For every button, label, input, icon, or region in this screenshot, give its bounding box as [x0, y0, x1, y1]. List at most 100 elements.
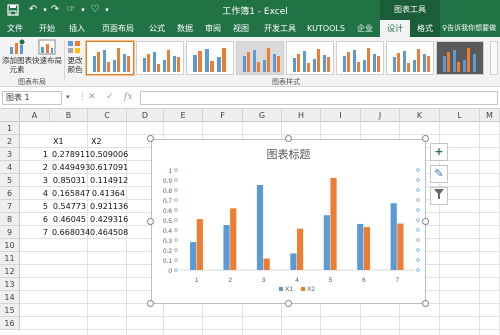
add-chart-element-button[interactable]: 添加图表 元素 [2, 39, 32, 77]
cell-a[interactable]: 6 [36, 213, 48, 226]
tab-kutools[interactable]: KUTOOLS [304, 20, 348, 37]
column-header-h[interactable]: H [282, 109, 321, 122]
cell-a[interactable]: 7 [36, 226, 48, 239]
cell-b[interactable]: 0.54773 [52, 200, 86, 213]
resize-handle[interactable] [284, 135, 292, 142]
name-box[interactable]: 图表 1 [2, 91, 62, 105]
cell-a[interactable]: 3 [36, 174, 48, 187]
tab-data[interactable]: 数据 [172, 20, 198, 37]
tab-enterprise[interactable]: 企业 [352, 20, 378, 37]
column-header-d[interactable]: D [127, 109, 164, 122]
row-header-13[interactable]: 13 [0, 278, 20, 291]
chart-filters-button[interactable] [430, 187, 448, 205]
row-header-12[interactable]: 12 [0, 265, 20, 278]
resize-handle[interactable] [422, 135, 429, 142]
cell-c[interactable]: 0.41364 [90, 187, 125, 200]
cell-b[interactable]: 0.85031 [52, 174, 86, 187]
column-header-i[interactable]: I [321, 109, 361, 122]
cell-c[interactable]: 0.509006 [90, 148, 128, 161]
tab-format[interactable]: 格式 [410, 20, 440, 37]
row-header-10[interactable]: 10 [0, 239, 20, 252]
row-header-15[interactable]: 15 [0, 304, 20, 317]
row-header-1[interactable]: 1 [0, 122, 20, 135]
customize-icon[interactable]: ▾ [100, 3, 114, 17]
chart-style-1[interactable] [85, 40, 135, 76]
column-header-l[interactable]: L [440, 109, 480, 122]
row-header-3[interactable]: 3 [0, 148, 20, 161]
row-header-11[interactable]: 11 [0, 252, 20, 265]
resize-handle[interactable] [147, 135, 154, 142]
tab-home[interactable]: 开始 [34, 20, 60, 37]
styles-scroll-button[interactable] [490, 41, 498, 75]
chart-style-6[interactable] [336, 41, 384, 75]
worksheet-grid[interactable]: ABCDEFGHIJKLM 1 2 3 4 5 6 7 8 9 10 11 12 13 14 15 16 X1… [0, 109, 500, 335]
column-header-a[interactable]: A [20, 109, 50, 122]
column-header-g[interactable]: G [243, 109, 282, 122]
tab-developer[interactable]: 开发工具 [258, 20, 302, 37]
cell-a[interactable]: 4 [36, 187, 48, 200]
resize-handle[interactable] [147, 300, 154, 307]
redo-icon[interactable]: ↷ [48, 3, 62, 17]
column-header-j[interactable]: J [361, 109, 400, 122]
quick-layout-button[interactable]: 快速布局 [32, 39, 62, 77]
tab-formulas[interactable]: 公式 [144, 20, 170, 37]
cell-b[interactable]: 0.165847 [52, 187, 90, 200]
cell-c[interactable]: 0.921136 [90, 200, 128, 213]
cell-c[interactable]: 0.464508 [90, 226, 128, 239]
column-header-f[interactable]: F [203, 109, 243, 122]
cell-a[interactable]: 1 [36, 148, 48, 161]
cell-a[interactable]: 5 [36, 200, 48, 213]
tab-view[interactable]: 视图 [228, 20, 254, 37]
chart-elements-button[interactable]: + [430, 143, 448, 161]
cell-a[interactable]: 2 [36, 161, 48, 174]
formula-input[interactable] [140, 91, 498, 105]
chart-style-5[interactable] [286, 41, 334, 75]
cell-c[interactable]: 0.114912 [90, 174, 128, 187]
chart[interactable]: 图表标题 0 0.1 0.2 0.3 0.4 0.5 0.6 0.7 0.8 0.9 1 1 2 3 4 5 6… [151, 139, 426, 304]
chart-style-3[interactable] [186, 41, 234, 75]
tell-me-box[interactable]: ♀告诉我你想要做 [442, 20, 500, 37]
cancel-icon[interactable]: ✕ [88, 92, 96, 102]
cell-b[interactable]: 0.449493 [52, 161, 90, 174]
cell-c[interactable]: 0.429316 [90, 213, 128, 226]
chart-style-2[interactable] [136, 41, 184, 75]
tab-insert[interactable]: 插入 [64, 20, 90, 37]
cell-b2-header[interactable]: X1 [53, 135, 83, 148]
tab-design[interactable]: 设计 [380, 20, 410, 37]
column-header-e[interactable]: E [164, 109, 203, 122]
cell-b[interactable]: 0.668034 [52, 226, 90, 239]
tab-file[interactable]: 文件 [2, 20, 28, 37]
column-header-b[interactable]: B [50, 109, 88, 122]
row-header-2[interactable]: 2 [0, 135, 20, 148]
row-header-5[interactable]: 5 [0, 174, 20, 187]
chart-style-7[interactable] [386, 41, 434, 75]
change-colors-button[interactable]: 更改 颜色 [66, 39, 84, 77]
tab-page-layout[interactable]: 页面布局 [96, 20, 140, 37]
row-header-7[interactable]: 7 [0, 200, 20, 213]
chart-style-8[interactable] [436, 41, 484, 75]
row-header-8[interactable]: 8 [0, 213, 20, 226]
chart-styles-button[interactable]: ✎ [430, 165, 448, 183]
row-header-16[interactable]: 16 [0, 317, 20, 330]
select-all-corner[interactable] [0, 109, 20, 122]
resize-handle[interactable] [422, 300, 429, 307]
cell-c2-header[interactable]: X2 [91, 135, 121, 148]
enter-icon[interactable]: ✓ [106, 92, 114, 102]
insert-function-icon[interactable]: fx [124, 92, 132, 102]
row-header-14[interactable]: 14 [0, 291, 20, 304]
row-header-4[interactable]: 4 [0, 161, 20, 174]
resize-handle[interactable] [422, 217, 429, 225]
tab-review[interactable]: 审阅 [200, 20, 226, 37]
resize-handle[interactable] [147, 217, 154, 225]
chart-style-4[interactable] [236, 41, 284, 75]
name-box-dropdown-icon[interactable]: ▾ [66, 93, 70, 101]
cell-c[interactable]: 0.617091 [90, 161, 128, 174]
column-header-c[interactable]: C [88, 109, 127, 122]
column-header-m[interactable]: M [480, 109, 500, 122]
cell-b[interactable]: 0.278911 [52, 148, 90, 161]
save-icon[interactable] [6, 3, 20, 17]
row-header-6[interactable]: 6 [0, 187, 20, 200]
row-header-9[interactable]: 9 [0, 226, 20, 239]
column-header-k[interactable]: K [400, 109, 440, 122]
resize-handle[interactable] [284, 300, 292, 307]
